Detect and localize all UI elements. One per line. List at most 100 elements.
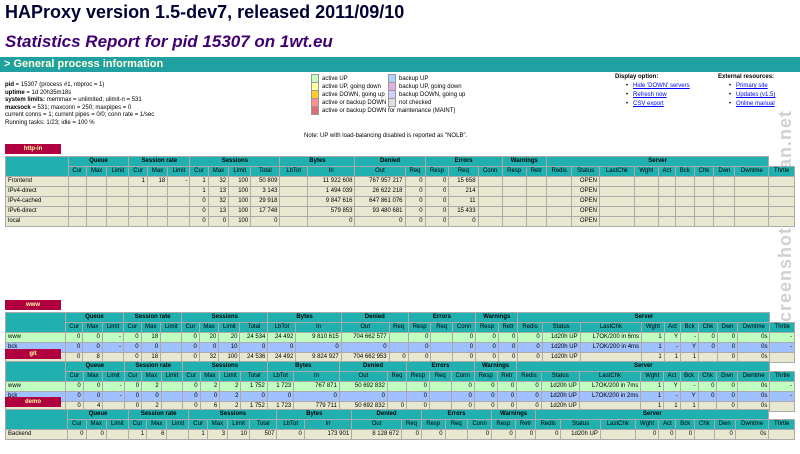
header-column: Status [560, 419, 601, 430]
table-cell: 93 480 681 [354, 206, 406, 217]
table-cell: - [769, 391, 795, 402]
header-group: Queue [67, 409, 129, 420]
table-cell: OPEN [571, 196, 600, 207]
header-group: Denied [351, 409, 422, 420]
table-cell: 0 [65, 391, 84, 402]
proxy-name[interactable]: git [5, 349, 61, 359]
proxy-stats-table: Queue Session rate Sessions Bytes Denied Erro… [5, 312, 795, 363]
table-cell [128, 216, 148, 227]
header-column: Cur [127, 419, 148, 430]
table-cell: 1 494 039 [306, 186, 356, 197]
header-blank [5, 312, 66, 333]
header-blank [5, 156, 69, 177]
header-column: Limit [167, 166, 191, 177]
table-cell: 647 861 076 [354, 196, 406, 207]
procinfo-line: Running tasks: 1/23; idle = 100 % [5, 120, 154, 128]
table-cell [428, 381, 452, 392]
proxy-name[interactable]: http-in [5, 144, 61, 154]
table-cell [146, 206, 169, 217]
table-cell: 100 [228, 206, 252, 217]
external-resource-link[interactable]: Updates (v1.5) [736, 92, 775, 98]
legend-swatch [388, 90, 396, 99]
external-resource-link[interactable]: Online manual [736, 101, 775, 107]
display-option-link[interactable]: Hide 'DOWN' servers [633, 83, 690, 89]
table-cell [694, 429, 715, 440]
header-group: Session rate [128, 156, 191, 167]
table-cell: 0 [473, 381, 498, 392]
procinfo-line: uptime = 1d 20h35m18s [5, 90, 154, 98]
table-cell: 1 723 [266, 381, 295, 392]
table-cell: 29 918 [250, 196, 281, 207]
table-cell [477, 216, 503, 227]
table-cell [85, 176, 108, 187]
table-cell: 0 [123, 391, 143, 402]
table-cell: 17 748 [250, 206, 281, 217]
header-column: Dwn [713, 166, 736, 177]
table-cell [146, 216, 169, 227]
header-group: Server [516, 361, 771, 372]
display-option-link[interactable]: CSV export [633, 101, 664, 107]
header-column: Out [340, 322, 390, 333]
proxy-name[interactable]: www [5, 300, 61, 310]
header-column: In [303, 419, 353, 430]
header-column: Req [428, 371, 452, 382]
header-column: Req [400, 419, 422, 430]
header-column: Cur [123, 371, 143, 382]
table-cell: - [680, 332, 700, 343]
table-cell [633, 196, 659, 207]
table-cell: Y [663, 381, 681, 392]
table-cell [501, 196, 527, 207]
table-cell: Y [680, 342, 700, 353]
table-cell [128, 196, 148, 207]
table-cell: 1d20h UP [540, 391, 580, 402]
table-cell [657, 206, 676, 217]
table-cell [525, 186, 547, 197]
display-option-link[interactable]: Refresh now [633, 92, 667, 98]
header-column: Dwn [716, 322, 739, 333]
proxy-name[interactable]: demo [5, 397, 61, 407]
table-cell: 0 [140, 342, 162, 353]
table-cell [545, 186, 573, 197]
table-cell [545, 196, 573, 207]
header-column: Bck [674, 166, 695, 177]
table-cell: 50 692 832 [338, 381, 388, 392]
header-column: Chk [697, 371, 718, 382]
table-cell: L7OK/200 in 2ms [578, 391, 642, 402]
table-cell: 20 [218, 332, 241, 343]
external-resource-link[interactable]: Primary site [736, 83, 768, 89]
table-cell: 1 [641, 342, 665, 353]
table-cell [598, 176, 635, 187]
table-row: bck 0 0-0 0 0 0 10 0 0 0 0 0 0 0 0 0 1d20h UP L7OK/200 in… [5, 342, 795, 353]
table-cell [734, 186, 770, 197]
table-cell [674, 186, 695, 197]
table-cell: 0 [239, 342, 269, 353]
header-group: Errors [406, 361, 475, 372]
bullet-icon: • [729, 101, 732, 107]
table-cell: 0 [698, 342, 718, 353]
table-cell: 0s [736, 391, 771, 402]
table-cell: 11 [448, 196, 479, 207]
table-cell [674, 206, 695, 217]
header-blank [4, 361, 67, 382]
row-name: Frontend [5, 176, 69, 187]
table-cell: 767 957 217 [354, 176, 406, 187]
header-column: Max [206, 419, 229, 430]
table-cell [768, 216, 795, 227]
table-cell: 100 [228, 196, 252, 207]
table-cell: 0 [123, 332, 142, 343]
table-cell: 15 658 [448, 176, 479, 187]
header-column: Max [141, 371, 162, 382]
table-cell [146, 186, 169, 197]
header-group: Warnings [501, 156, 547, 167]
header-column: LbTot [267, 322, 297, 333]
table-cell [734, 206, 770, 217]
table-cell [85, 196, 108, 207]
header-column: Status [540, 371, 580, 382]
table-cell [167, 206, 191, 217]
header-column: Dwn [713, 419, 736, 430]
table-cell: L7OK/200 in 4ms [579, 342, 643, 353]
header-column: Chk [698, 322, 718, 333]
table-cell: 173 901 [303, 429, 353, 440]
table-cell [501, 186, 527, 197]
table-cell [545, 206, 573, 217]
